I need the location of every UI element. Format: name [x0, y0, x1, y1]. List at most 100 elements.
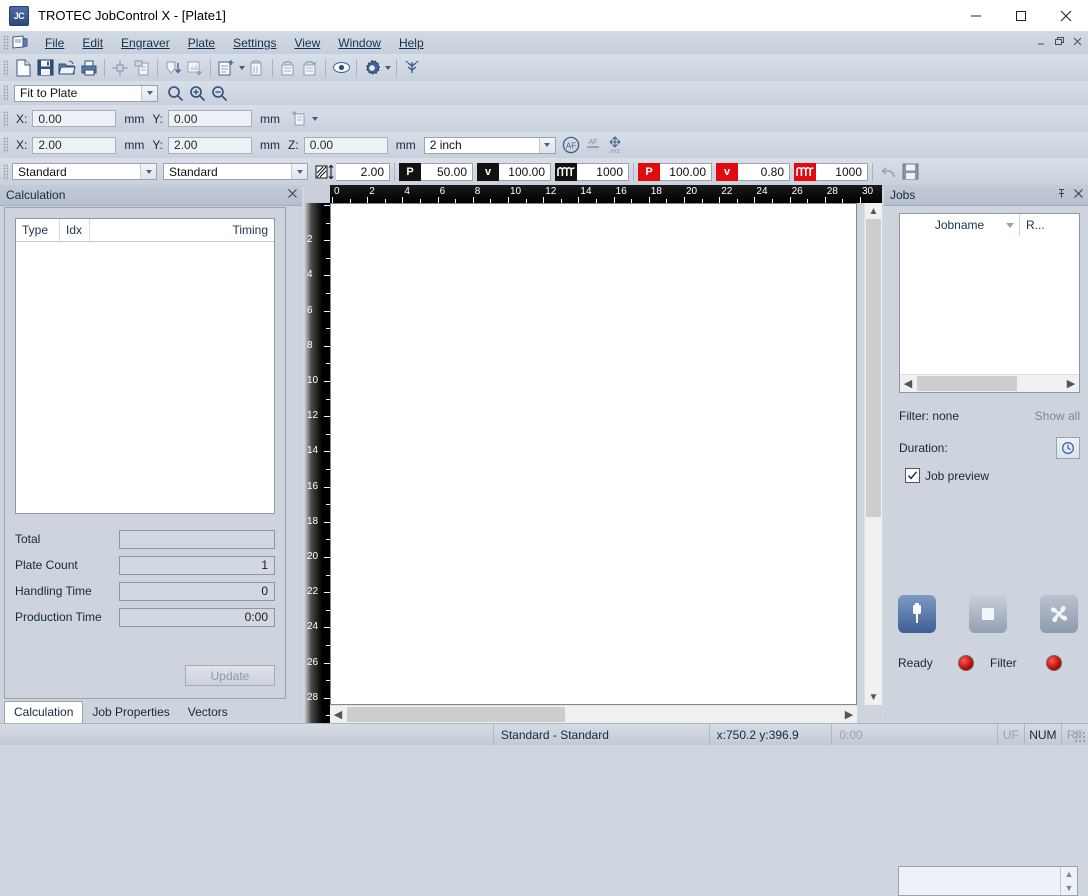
spinner-down-icon[interactable]: ▼	[1061, 881, 1077, 895]
chevron-down-icon[interactable]	[291, 164, 307, 179]
size-x-input[interactable]: 2.00	[32, 136, 117, 154]
autofocus-set-icon[interactable]: AF	[582, 134, 604, 156]
column-type[interactable]: Type	[16, 219, 60, 241]
jobs-scroll-right-icon[interactable]: ▶	[1063, 375, 1079, 392]
menu-plate[interactable]: Plate	[179, 33, 224, 53]
zoom-toolbar-grip[interactable]	[3, 85, 8, 101]
duplicate-icon[interactable]	[131, 57, 153, 79]
engrave-frequency-value[interactable]: 1000	[577, 162, 629, 181]
cut-frequency-value[interactable]: 1000	[816, 162, 868, 181]
menu-help[interactable]: Help	[390, 33, 433, 53]
engrave-power-chip[interactable]: P 50.00	[399, 162, 473, 181]
menu-engraver[interactable]: Engraver	[112, 33, 179, 53]
menu-file[interactable]: File	[36, 33, 73, 53]
settings-dropdown-icon[interactable]	[383, 58, 392, 78]
mdi-close-button[interactable]	[1069, 34, 1085, 49]
engrave-power-value[interactable]: 50.00	[421, 162, 473, 181]
stop-icon[interactable]	[969, 595, 1007, 633]
minimize-button[interactable]	[953, 0, 998, 31]
engrave-speed-chip[interactable]: v 100.00	[477, 162, 551, 181]
mdi-minimize-button[interactable]	[1033, 34, 1049, 49]
horizontal-ruler[interactable]: 0 2 4 6 8 10 12 14 16 18 20 22 24 26 28 30	[330, 185, 882, 203]
position-y-input[interactable]: 0.00	[168, 110, 253, 127]
plate-canvas[interactable]	[330, 203, 857, 705]
engrave-speed-value[interactable]: 100.00	[499, 162, 551, 181]
save-parameters-icon[interactable]	[899, 161, 921, 183]
plate-next-icon[interactable]	[299, 57, 321, 79]
exhaust-fan-icon[interactable]	[1040, 595, 1078, 633]
cut-speed-value[interactable]: 0.80	[738, 162, 790, 181]
move-to-center-icon[interactable]	[109, 57, 131, 79]
chevron-down-icon[interactable]	[140, 164, 156, 179]
sort-down-icon[interactable]	[162, 57, 184, 79]
settings-gear-icon[interactable]	[361, 57, 383, 79]
parameter-toolbar-grip[interactable]	[3, 163, 8, 180]
canvas-vertical-scrollbar[interactable]: ▲ ▼	[864, 203, 882, 705]
close-icon[interactable]	[287, 188, 298, 202]
position-x-input[interactable]: 0.00	[32, 110, 117, 127]
jobs-list[interactable]: Jobname R... ◀ ▶	[899, 213, 1080, 393]
usb-connect-icon[interactable]	[898, 595, 936, 633]
zoom-in-icon[interactable]	[186, 82, 208, 104]
chevron-down-icon[interactable]	[141, 85, 157, 101]
spinner-up-icon[interactable]: ▲	[1061, 867, 1077, 881]
new-document-icon[interactable]	[12, 57, 34, 79]
menu-settings[interactable]: Settings	[224, 33, 285, 53]
save-icon[interactable]	[34, 57, 56, 79]
new-plate-dropdown-icon[interactable]	[237, 58, 246, 78]
vertical-ruler[interactable]: 2 4 6 8 10 12 14 16 18 20 22 24 26 28	[304, 203, 330, 723]
job-preview-row[interactable]: Job preview	[905, 468, 989, 483]
calculation-grid[interactable]: Type Idx Timing	[15, 218, 275, 514]
tab-calculation[interactable]: Calculation	[4, 701, 84, 723]
undo-icon[interactable]	[877, 161, 899, 183]
thickness-chip[interactable]: 2.00	[314, 162, 390, 181]
jobs-column-r[interactable]: R...	[1020, 214, 1079, 236]
autofocus-icon[interactable]: AF	[560, 134, 582, 156]
close-button[interactable]	[1043, 0, 1088, 31]
new-plate-icon[interactable]	[215, 57, 237, 79]
column-timing[interactable]: Timing	[90, 219, 274, 241]
horizontal-scroll-thumb[interactable]	[347, 707, 565, 722]
menu-view[interactable]: View	[285, 33, 329, 53]
maximize-button[interactable]	[998, 0, 1043, 31]
plate-previous-icon[interactable]	[277, 57, 299, 79]
material-group-select[interactable]: Standard	[12, 163, 157, 180]
resize-grip-icon[interactable]	[1074, 731, 1086, 743]
device-message-box[interactable]: ▲ ▼	[898, 866, 1078, 896]
document-system-icon[interactable]	[10, 34, 30, 51]
jobs-column-jobname[interactable]: Jobname	[900, 214, 1020, 236]
clock-refresh-icon[interactable]	[1056, 437, 1080, 459]
device-message-spinner[interactable]: ▲ ▼	[1060, 867, 1077, 895]
scroll-up-icon[interactable]: ▲	[869, 203, 879, 219]
job-preview-checkbox[interactable]	[905, 468, 920, 483]
delete-plate-icon[interactable]	[246, 57, 268, 79]
lens-select[interactable]: 2 inch	[423, 136, 556, 154]
engrave-frequency-chip[interactable]: 1000	[555, 162, 629, 181]
zoom-out-icon[interactable]	[208, 82, 230, 104]
mdi-restore-button[interactable]	[1051, 34, 1067, 49]
chevron-down-icon[interactable]	[538, 137, 555, 153]
cut-power-chip[interactable]: P 100.00	[638, 162, 712, 181]
jobs-show-all-link[interactable]: Show all	[1035, 409, 1080, 423]
tab-job-properties[interactable]: Job Properties	[83, 702, 178, 723]
size-toolbar-grip[interactable]	[3, 137, 8, 153]
position-toolbar-grip[interactable]	[3, 110, 8, 127]
size-y-input[interactable]: 2.00	[168, 136, 253, 154]
menu-edit[interactable]: Edit	[73, 33, 112, 53]
scroll-left-icon[interactable]: ◀	[330, 706, 346, 723]
print-icon[interactable]	[78, 57, 100, 79]
main-toolbar-grip[interactable]	[3, 59, 8, 76]
paste-position-icon[interactable]	[288, 108, 310, 130]
open-folder-icon[interactable]	[56, 57, 78, 79]
jobs-scroll-thumb[interactable]	[917, 376, 1017, 391]
scroll-down-icon[interactable]: ▼	[869, 689, 879, 705]
plate-export-icon[interactable]	[184, 57, 206, 79]
tab-vectors[interactable]: Vectors	[179, 702, 237, 723]
menu-window[interactable]: Window	[329, 33, 390, 53]
thickness-value[interactable]: 2.00	[336, 162, 390, 181]
material-select[interactable]: Standard	[163, 163, 308, 180]
close-icon[interactable]	[1073, 188, 1084, 202]
cut-frequency-chip[interactable]: 1000	[794, 162, 868, 181]
cut-speed-chip[interactable]: v 0.80	[716, 162, 790, 181]
zoom-tool-icon[interactable]	[164, 82, 186, 104]
